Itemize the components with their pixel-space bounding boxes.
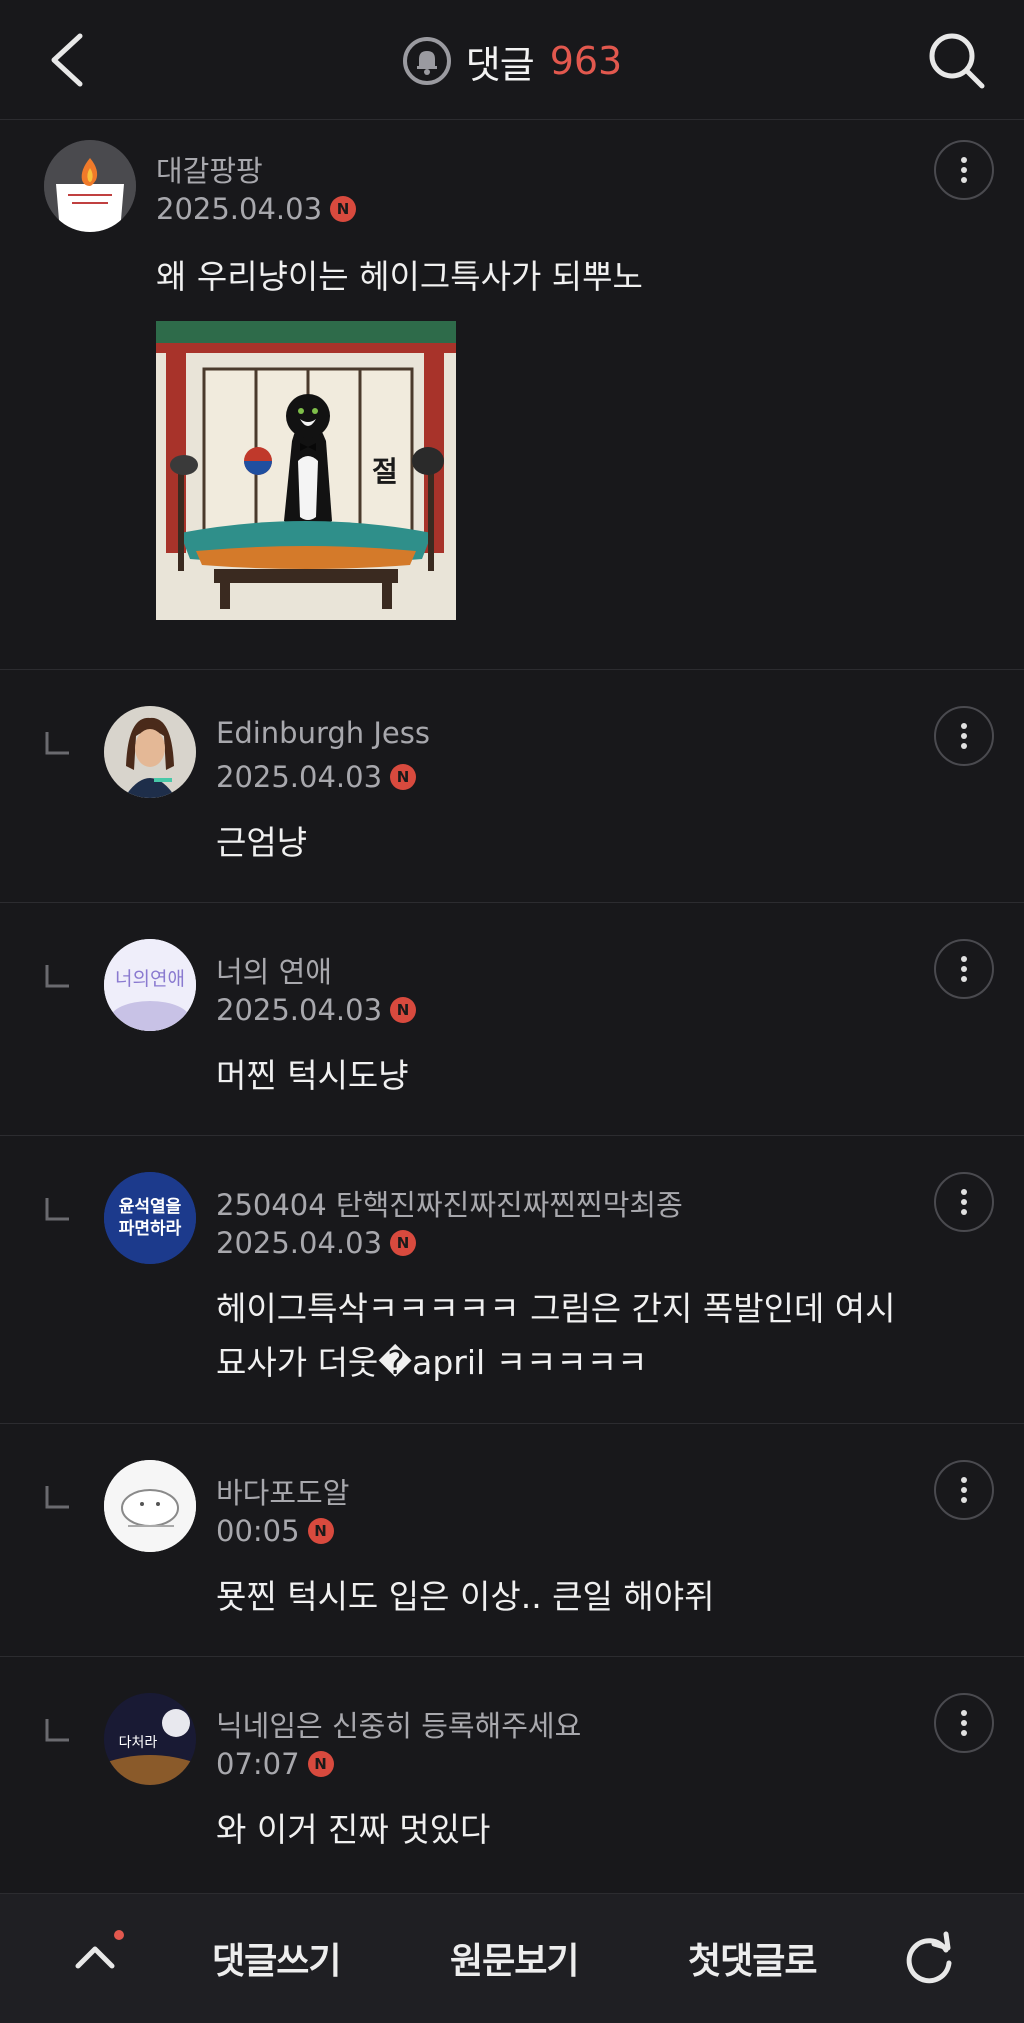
avatar[interactable]: 다처라 xyxy=(104,1693,196,1785)
comment-item: 다처라 닉네임은 신중히 등록해주세요 07:07 N 와 이거 진짜 멋있다 xyxy=(0,1657,1024,1893)
avatar[interactable] xyxy=(44,140,136,232)
new-badge: N xyxy=(390,1230,417,1256)
comment-date: 2025.04.03 xyxy=(216,760,383,794)
comment-date: 2025.04.03 xyxy=(216,1226,383,1260)
comment-text: 근엄냥 xyxy=(216,823,308,862)
image-caption: 절 xyxy=(372,455,398,488)
comment-nickname[interactable]: 250404 탄핵진짜진짜진짜찐찐막최종 xyxy=(216,1182,683,1224)
comment-nickname[interactable]: 닉네임은 신중히 등록해주세요 xyxy=(216,1703,581,1745)
refresh-button[interactable] xyxy=(900,1930,958,1988)
comment-date: 07:07 xyxy=(216,1747,300,1781)
reply-indicator-icon xyxy=(45,732,69,755)
avatar[interactable] xyxy=(104,706,196,798)
comment-date: 00:05 xyxy=(216,1514,300,1548)
comment-text: 왜 우리냥이는 헤이그특사가 되뿌노 xyxy=(156,257,643,296)
comment-item: 윤석열을 파면하라 250404 탄핵진짜진짜진짜찐찐막최종 2025.04.0… xyxy=(0,1136,1024,1424)
more-vertical-icon xyxy=(961,1189,967,1215)
comment-text: 와 이거 진짜 멋있다 xyxy=(216,1810,491,1849)
avatar[interactable]: 너의연애 xyxy=(104,939,196,1031)
new-badge: N xyxy=(307,1518,334,1544)
more-options-button[interactable] xyxy=(934,706,994,766)
write-comment-button[interactable]: 댓글쓰기 xyxy=(212,1932,341,1984)
comment-text-line-1: 헤이그특삭ㅋㅋㅋㅋㅋ 그림은 간지 폭발인데 여시 xyxy=(216,1289,896,1328)
more-options-button[interactable] xyxy=(934,1460,994,1520)
comment-meta: 00:05 N xyxy=(216,1514,334,1548)
title-area: 댓글 963 xyxy=(0,34,1024,88)
more-options-button[interactable] xyxy=(934,140,994,200)
comment-date: 2025.04.03 xyxy=(156,192,323,226)
first-comment-button[interactable]: 첫댓글로 xyxy=(688,1932,817,1984)
notification-dot xyxy=(114,1930,124,1940)
comment-meta: 2025.04.03 N xyxy=(216,760,417,794)
more-vertical-icon xyxy=(961,1477,967,1503)
more-options-button[interactable] xyxy=(934,1172,994,1232)
comment-text-line-2: 묘사가 더웃�april ㅋㅋㅋㅋㅋ xyxy=(216,1343,648,1382)
new-badge: N xyxy=(307,1751,334,1777)
comment-image[interactable]: 절 xyxy=(156,321,456,620)
refresh-icon xyxy=(906,1931,952,1984)
new-badge: N xyxy=(390,997,417,1023)
scroll-up-button[interactable] xyxy=(70,1932,120,1982)
comment-nickname[interactable]: 대갈팡팡 xyxy=(156,148,263,190)
comment-nickname[interactable]: 너의 연애 xyxy=(216,949,332,991)
comment-item: 대갈팡팡 2025.04.03 N 왜 우리냥이는 헤이그특사가 되뿌노 xyxy=(0,120,1024,670)
search-button[interactable] xyxy=(924,28,988,92)
reply-indicator-icon xyxy=(45,1719,69,1742)
comment-meta: 07:07 N xyxy=(216,1747,334,1781)
comment-text: 머찐 턱시도냥 xyxy=(216,1056,409,1095)
avatar-text-2: 파면하라 xyxy=(119,1219,182,1239)
new-badge: N xyxy=(390,764,417,790)
more-vertical-icon xyxy=(961,723,967,749)
avatar[interactable]: 윤석열을 파면하라 xyxy=(104,1172,196,1264)
comment-nickname[interactable]: 바다포도알 xyxy=(216,1470,349,1512)
comment-text: 묫찐 턱시도 입은 이상.. 큰일 해야쥐 xyxy=(216,1577,715,1616)
avatar-text: 다처라 xyxy=(119,1735,158,1751)
reply-indicator-icon xyxy=(45,1198,69,1221)
comment-date: 2025.04.03 xyxy=(216,993,383,1027)
more-vertical-icon xyxy=(961,1710,967,1736)
more-vertical-icon xyxy=(961,956,967,982)
comment-meta: 2025.04.03 N xyxy=(156,192,357,226)
chevron-up-icon xyxy=(75,1946,115,1969)
more-options-button[interactable] xyxy=(934,939,994,999)
comment-item: 바다포도알 00:05 N 묫찐 턱시도 입은 이상.. 큰일 해야쥐 xyxy=(0,1424,1024,1657)
reply-indicator-icon xyxy=(45,965,69,988)
search-icon xyxy=(929,33,985,89)
avatar[interactable] xyxy=(104,1460,196,1552)
comment-meta: 2025.04.03 N xyxy=(216,993,417,1027)
avatar-text-1: 윤석열을 xyxy=(119,1197,182,1217)
comment-item: 너의연애 너의 연애 2025.04.03 N 머찐 턱시도냥 xyxy=(0,903,1024,1136)
view-original-button[interactable]: 원문보기 xyxy=(450,1932,579,1984)
page-title: 댓글 xyxy=(465,42,535,87)
avatar-text: 너의연애 xyxy=(115,968,185,990)
reply-indicator-icon xyxy=(45,1486,69,1509)
comment-meta: 2025.04.03 N xyxy=(216,1226,417,1260)
comment-item: Edinburgh Jess 2025.04.03 N 근엄냥 xyxy=(0,670,1024,903)
bottom-toolbar: 댓글쓰기 원문보기 첫댓글로 xyxy=(0,1893,1024,2023)
comment-count: 963 xyxy=(549,39,623,83)
more-vertical-icon xyxy=(961,157,967,183)
more-options-button[interactable] xyxy=(934,1693,994,1753)
new-badge: N xyxy=(330,196,357,222)
comment-nickname[interactable]: Edinburgh Jess xyxy=(216,716,430,750)
top-bar: 댓글 963 xyxy=(0,0,1024,120)
bell-icon[interactable] xyxy=(402,36,452,86)
